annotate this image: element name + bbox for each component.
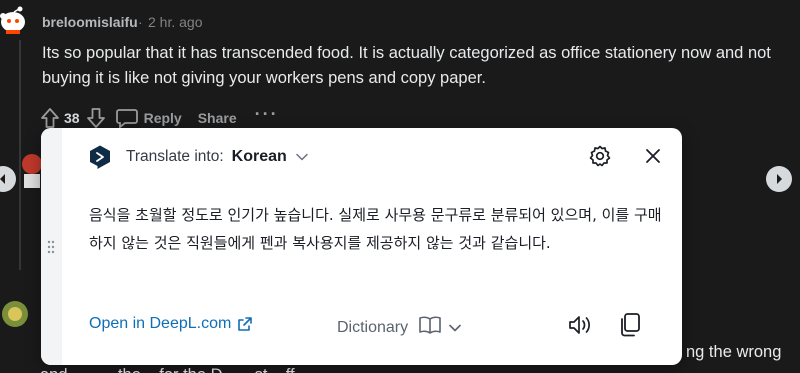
dictionary-toggle[interactable]: Dictionary: [337, 315, 461, 340]
book-icon: [418, 315, 442, 340]
upvote-arrow-icon[interactable]: [40, 107, 60, 129]
deepl-translate-popup: Translate into: Korean 음식을 초월할 정도로 인기가 높…: [41, 128, 682, 365]
dictionary-label: Dictionary: [337, 318, 409, 336]
gear-icon[interactable]: [589, 145, 611, 172]
open-in-deepl-link[interactable]: Open in DeepL.com: [89, 315, 253, 333]
share-button[interactable]: Share: [198, 110, 237, 126]
speaker-icon[interactable]: [567, 313, 593, 342]
copy-icon[interactable]: [617, 312, 643, 343]
target-language-select[interactable]: Korean: [232, 148, 308, 166]
comment-timestamp[interactable]: 2 hr. ago: [148, 14, 203, 30]
popup-footer: Open in DeepL.com Dictionary: [89, 311, 659, 339]
downvote-arrow-icon[interactable]: [86, 107, 106, 129]
open-in-deepl-label: Open in DeepL.com: [89, 315, 232, 332]
partial-comment-text: ng the wrong: [686, 343, 782, 361]
popup-header: Translate into: Korean: [89, 142, 308, 172]
meta-separator: ·: [138, 14, 143, 30]
chevron-down-icon: [449, 319, 461, 337]
chevron-down-icon: [296, 148, 308, 166]
more-options-button[interactable]: ···: [255, 105, 279, 123]
external-link-icon: [238, 317, 253, 331]
comment-actions: 38 Reply Share ···: [40, 105, 279, 130]
snoo-avatar-icon[interactable]: [0, 4, 26, 34]
user-avatar-icon[interactable]: [0, 296, 30, 336]
carousel-right-arrow-icon[interactable]: [766, 166, 792, 192]
translation-text: 음식을 초월할 정도로 인기가 높습니다. 실제로 사무용 문구류로 분류되어 …: [89, 206, 662, 252]
comment-author[interactable]: breloomislaifu: [42, 14, 138, 30]
carousel-left-arrow-icon[interactable]: [0, 166, 16, 192]
close-icon[interactable]: [645, 148, 661, 169]
comment-body: Its so popular that it has transcended f…: [42, 44, 771, 87]
partial-comment-text-bottom: and... ... ...the ...for the D... ...st …: [40, 366, 308, 373]
target-language-value: Korean: [231, 148, 287, 165]
vote-count: 38: [64, 110, 80, 126]
comment-bubble-icon: [115, 108, 138, 128]
drag-handle-icon[interactable]: [47, 240, 55, 259]
translate-into-label: Translate into:: [126, 148, 224, 165]
deepl-logo-icon: [89, 145, 111, 169]
reply-button[interactable]: Reply: [115, 108, 182, 128]
reply-label: Reply: [143, 110, 182, 126]
